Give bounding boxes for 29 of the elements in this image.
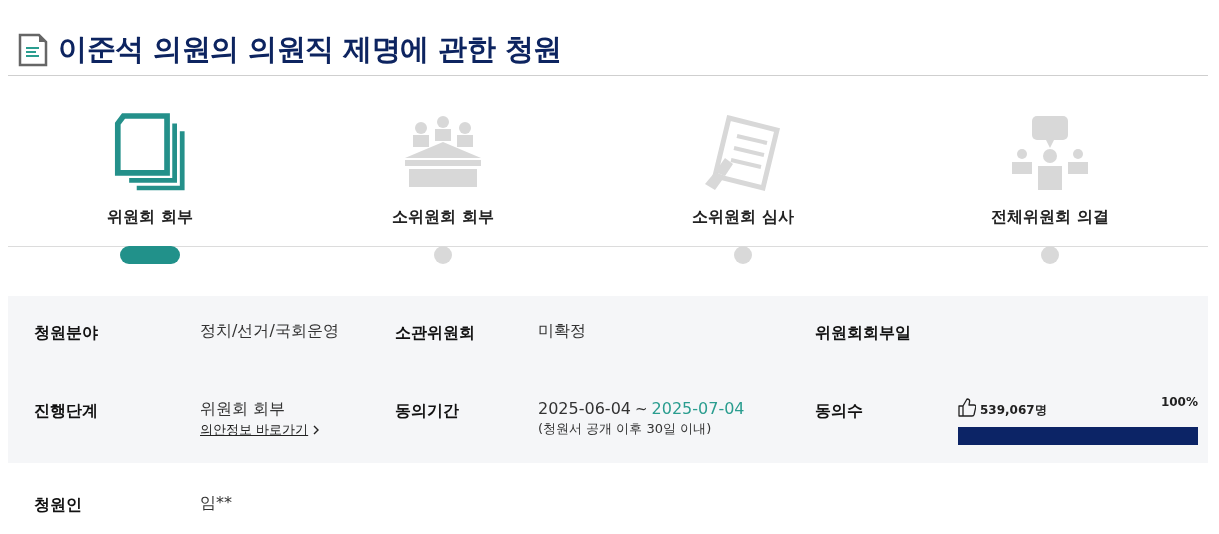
agree-percent: 100% [1160, 395, 1198, 409]
field-label: 청원분야 [34, 322, 99, 344]
field-value: 임** [200, 493, 233, 514]
period-note: (청원서 공개 이후 30일 이내) [538, 420, 713, 438]
field-value: 미확정 [538, 321, 587, 342]
field-label: 진행단계 [34, 400, 99, 422]
field-label: 동의수 [815, 400, 864, 422]
documents-icon [114, 112, 186, 192]
step-label: 소위원회 심사 [692, 207, 794, 228]
field-label: 동의기간 [395, 400, 460, 422]
field-label: 소관위원회 [395, 322, 476, 344]
step-label: 소위원회 회부 [392, 207, 494, 228]
field-value: 정치/선거/국회운영 [200, 321, 340, 342]
chevron-icon [313, 425, 320, 435]
end-date: 2025-07-04 [651, 399, 745, 418]
discussion-icon [1010, 114, 1090, 192]
document-hand-icon [703, 114, 783, 192]
agree-count: 539,067명 [980, 401, 1048, 419]
thumbs-up-icon [958, 397, 976, 417]
bill-info-link[interactable]: 의안정보 바로가기 [200, 421, 320, 439]
start-date: 2025-06-04 [538, 399, 631, 418]
step-label: 위원회 회부 [107, 207, 193, 228]
date-separator: ~ [635, 400, 648, 418]
field-label: 청원인 [34, 494, 83, 516]
page-title: 이준석 의원의 의원직 제명에 관한 청원 [58, 30, 562, 68]
document-icon [18, 32, 48, 67]
step-label: 전체위원회 의결 [991, 207, 1109, 228]
field-label: 위원회회부일 [815, 322, 912, 344]
field-value: 위원회 회부 [200, 399, 287, 420]
